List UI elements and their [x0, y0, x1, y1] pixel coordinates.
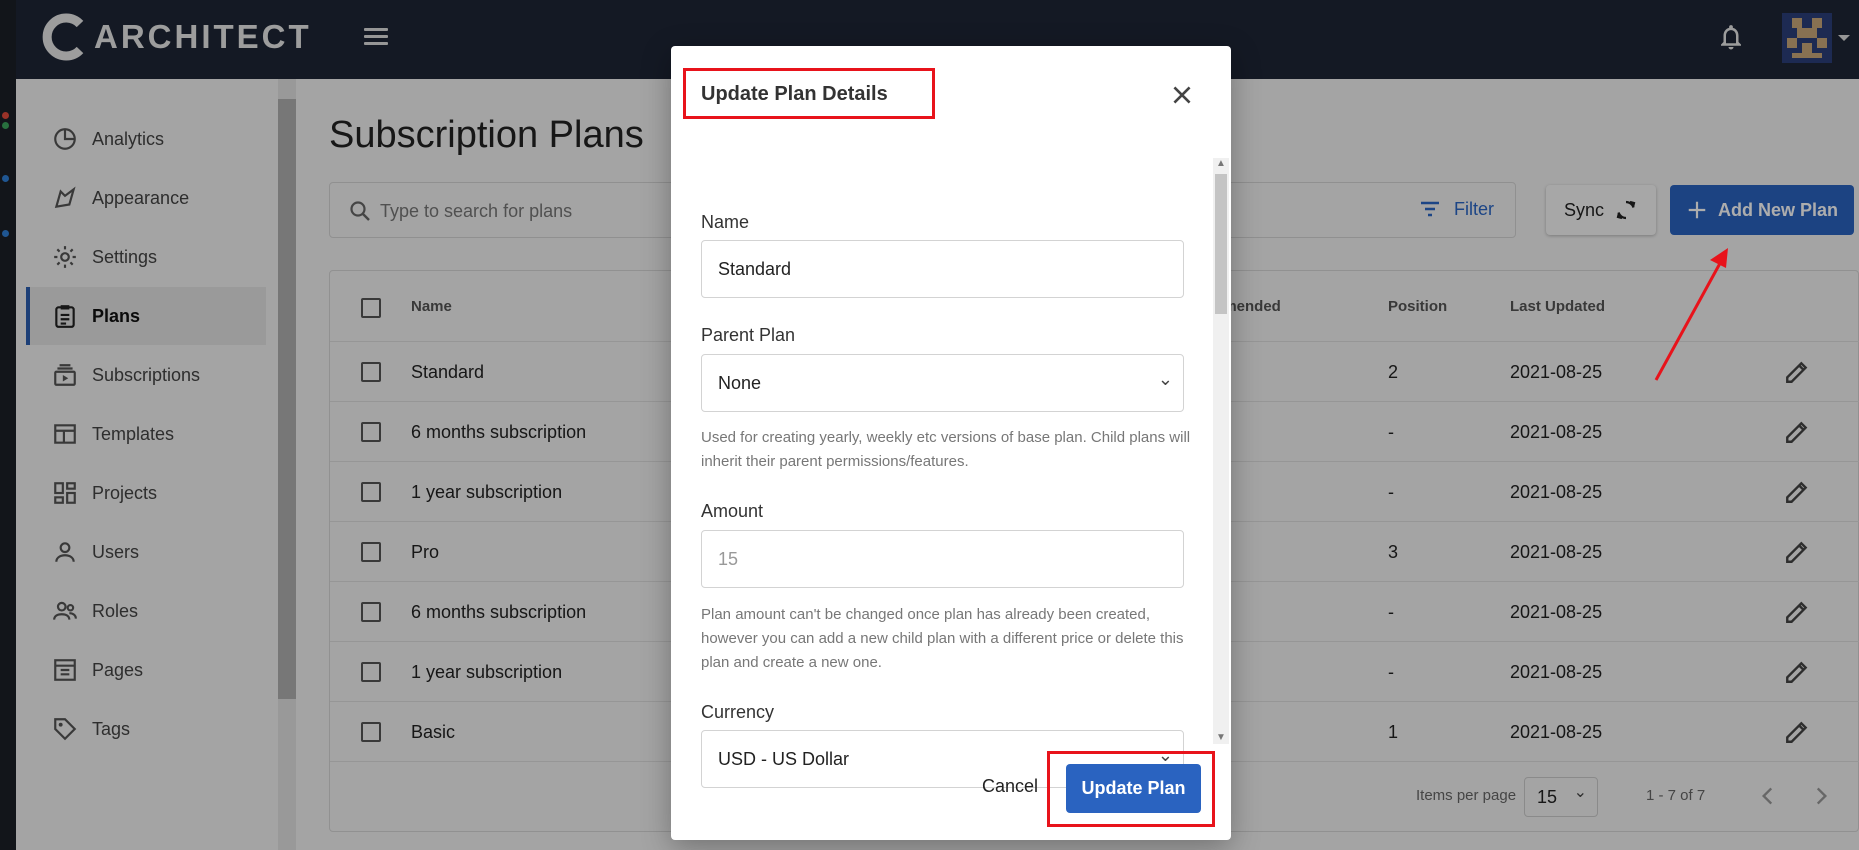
parent-plan-select[interactable]: None	[701, 354, 1184, 412]
name-field[interactable]: Standard	[701, 240, 1184, 298]
cancel-button[interactable]: Cancel	[982, 776, 1038, 797]
update-plan-dialog: Update Plan Details Name Standard Parent…	[671, 46, 1231, 840]
amount-field[interactable]: 15	[701, 530, 1184, 588]
scroll-up-icon[interactable]: ▲	[1216, 158, 1226, 169]
scrollbar-thumb[interactable]	[1215, 174, 1227, 314]
amount-label: Amount	[701, 501, 764, 521]
annotation-arrow	[1654, 248, 1728, 381]
parent-plan-label: Parent Plan	[701, 325, 796, 345]
close-icon[interactable]	[1169, 82, 1195, 108]
amount-value: 15	[718, 548, 739, 569]
dialog-body: Name Standard Parent Plan None Used for …	[671, 158, 1216, 788]
dialog-title: Update Plan Details	[701, 83, 888, 105]
name-label: Name	[701, 212, 750, 232]
parent-plan-value: None	[718, 372, 762, 393]
currency-label: Currency	[701, 702, 775, 722]
parent-plan-hint: Used for creating yearly, weekly etc ver…	[701, 429, 1191, 470]
currency-value: USD - US Dollar	[718, 748, 850, 769]
amount-hint: Plan amount can't be changed once plan h…	[701, 606, 1184, 671]
scroll-down-icon[interactable]: ▼	[1216, 732, 1226, 743]
update-button-highlight-box	[1047, 751, 1215, 827]
name-value: Standard	[718, 258, 792, 279]
dialog-scrollbar[interactable]: ▲ ▼	[1213, 158, 1229, 744]
